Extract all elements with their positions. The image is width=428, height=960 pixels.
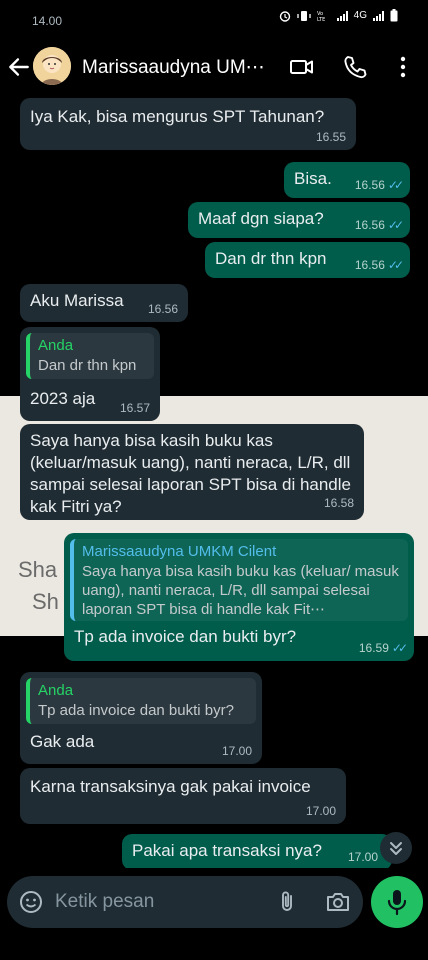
quoted-text: Saya hanya bisa kasih buku kas (keluar/ …: [82, 563, 399, 618]
message-text: Saya hanya bisa kasih buku kas (keluar/m…: [30, 431, 351, 516]
message-text: Karna transaksinya gak pakai invoice: [30, 777, 311, 796]
message-time: 16.56: [354, 178, 385, 192]
chat-area: Sha Sh Iya Kak, bisa mengurus SPT Tahuna…: [0, 98, 428, 868]
read-ticks-icon: ✓✓: [387, 258, 404, 272]
message-outgoing[interactable]: Dan dr thn kpn 16.56 ✓✓: [205, 242, 410, 278]
avatar-image: [33, 47, 71, 85]
message-text: Iya Kak, bisa mengurus SPT Tahunan?: [30, 107, 325, 126]
back-arrow-icon[interactable]: [6, 54, 32, 80]
chat-header: Marissaaudyna UM⋯: [0, 36, 428, 98]
voice-call-icon[interactable]: [342, 54, 368, 80]
quoted-text: Tp ada invoice dan bukti byr?: [38, 702, 234, 719]
read-ticks-icon: ✓✓: [391, 641, 408, 655]
alarm-icon: [279, 10, 290, 22]
message-time: 16.59: [358, 641, 389, 655]
system-icons: Vo LTE 4G: [279, 9, 398, 22]
quoted-author: Anda: [38, 682, 74, 699]
attach-icon[interactable]: [275, 890, 299, 914]
signal-icon-2: [373, 10, 384, 21]
volte-icon: VoLTE: [317, 11, 325, 22]
message-outgoing[interactable]: Bisa. 16.56 ✓✓: [284, 162, 410, 198]
quoted-author: Marissaaudyna UMKM Cilent: [82, 543, 277, 560]
message-time: 17.00: [305, 804, 336, 818]
battery-icon: [390, 9, 398, 22]
message-incoming[interactable]: Saya hanya bisa kasih buku kas (keluar/m…: [20, 424, 364, 520]
message-time: 16.56: [147, 302, 178, 316]
svg-text:LTE: LTE: [317, 17, 325, 22]
message-time: 16.56: [354, 258, 385, 272]
message-incoming-reply[interactable]: Anda Dan dr thn kpn 2023 aja 16.57: [20, 327, 160, 421]
signal-icon: [336, 10, 348, 21]
quoted-text: Dan dr thn kpn: [38, 357, 137, 374]
status-bar: 14.00 Vo LTE 4G: [0, 0, 428, 36]
quoted-author: Anda: [38, 337, 74, 354]
message-incoming[interactable]: Iya Kak, bisa mengurus SPT Tahunan? 16.5…: [20, 98, 356, 150]
message-input[interactable]: Ketik pesan: [55, 891, 154, 913]
message-time: 16.58: [323, 496, 354, 510]
message-text: Pakai apa transaksi nya?: [132, 841, 322, 860]
message-outgoing[interactable]: Pakai apa transaksi nya? 17.00: [122, 834, 392, 868]
mic-icon: [387, 890, 407, 916]
quoted-message[interactable]: Anda Dan dr thn kpn: [26, 333, 154, 379]
quoted-message[interactable]: Anda Tp ada invoice dan bukti byr?: [26, 678, 256, 724]
read-ticks-icon: ✓✓: [387, 218, 404, 232]
message-incoming[interactable]: Aku Marissa 16.56: [20, 284, 188, 322]
message-incoming[interactable]: Karna transaksinya gak pakai invoice 17.…: [20, 768, 346, 824]
quoted-message[interactable]: Marissaaudyna UMKM Cilent Saya hanya bis…: [70, 539, 408, 621]
mic-button[interactable]: [371, 876, 423, 928]
more-options-icon[interactable]: [390, 54, 416, 80]
scroll-to-bottom-button[interactable]: [380, 832, 412, 864]
camera-icon[interactable]: [325, 890, 351, 914]
message-outgoing-reply[interactable]: Marissaaudyna UMKM Cilent Saya hanya bis…: [64, 533, 414, 661]
scroll-down-icon: [390, 842, 402, 855]
wallpaper-text-1: Sha: [18, 557, 58, 582]
contact-name[interactable]: Marissaaudyna UM⋯: [82, 56, 282, 79]
network-type: 4G: [353, 10, 367, 21]
vibrate-icon: [297, 10, 311, 21]
message-time: 16.56: [354, 218, 385, 232]
message-time: 17.00: [221, 744, 252, 758]
message-input-bar[interactable]: Ketik pesan: [7, 876, 363, 928]
wallpaper-text-2: Sh: [32, 589, 59, 614]
message-time: 16.55: [315, 130, 346, 144]
message-time: 16.57: [119, 401, 150, 415]
message-outgoing[interactable]: Maaf dgn siapa? 16.56 ✓✓: [188, 202, 410, 238]
message-time: 17.00: [347, 850, 378, 864]
emoji-icon[interactable]: [19, 890, 43, 914]
avatar[interactable]: [33, 47, 71, 85]
read-ticks-icon: ✓✓: [387, 178, 404, 192]
message-text: Tp ada invoice dan bukti byr?: [74, 627, 297, 646]
video-call-icon[interactable]: [289, 54, 315, 80]
message-incoming-reply[interactable]: Anda Tp ada invoice dan bukti byr? Gak a…: [20, 672, 262, 764]
